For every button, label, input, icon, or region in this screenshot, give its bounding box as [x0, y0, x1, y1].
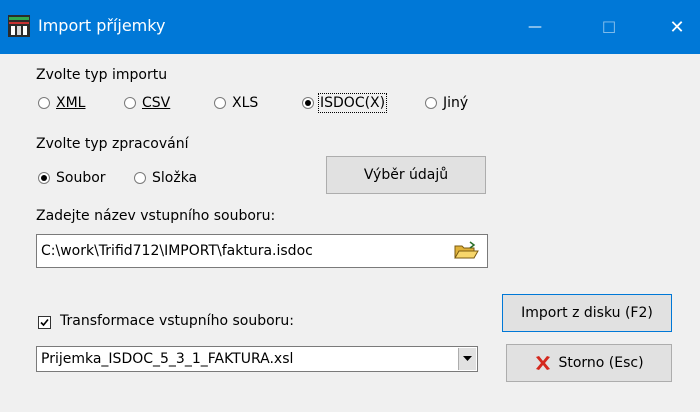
radio-isdoc-label: ISDOC(X) [317, 93, 388, 113]
input-file-label: Zadejte název vstupního souboru: [36, 208, 276, 224]
cancel-button[interactable]: Storno (Esc) [506, 344, 672, 382]
radio-file-label: Soubor [56, 170, 106, 186]
radio-other-label: Jiný [443, 95, 469, 111]
close-button[interactable]: ✕ [654, 0, 700, 54]
open-folder-icon[interactable] [453, 240, 479, 262]
radio-xls-label: XLS [232, 95, 259, 111]
processing-type-label: Zvolte typ zpracování [36, 136, 189, 152]
radio-other[interactable]: Jiný [425, 95, 468, 111]
app-icon [8, 15, 30, 37]
radio-xml[interactable]: XML [38, 95, 85, 111]
title-bar[interactable]: Import příjemky — ☐ ✕ [0, 0, 700, 54]
import-button[interactable]: Import z disku (F2) [502, 294, 672, 332]
dialog-body: Zvolte typ importu XML CSV XLS ISDOC(X) … [0, 54, 700, 412]
input-file-value: C:\work\Trifid712\IMPORT\faktura.isdoc [41, 243, 313, 259]
minimize-button[interactable]: — [512, 0, 558, 54]
cancel-button-label: Storno (Esc) [558, 355, 644, 371]
transform-label: Transformace vstupního souboru: [60, 313, 294, 329]
radio-csv-label: CSV [142, 95, 171, 111]
transform-select[interactable]: Prijemka_ISDOC_5_3_1_FAKTURA.xsl [36, 346, 478, 372]
radio-circle[interactable] [134, 172, 146, 184]
red-x-icon [534, 354, 552, 372]
radio-circle[interactable] [124, 97, 136, 109]
maximize-icon: ☐ [601, 17, 617, 37]
radio-isdoc[interactable]: ISDOC(X) [302, 93, 388, 113]
radio-circle-selected[interactable] [38, 172, 50, 184]
radio-xls[interactable]: XLS [214, 95, 258, 111]
radio-folder[interactable]: Složka [134, 170, 197, 186]
radio-circle[interactable] [38, 97, 50, 109]
radio-circle[interactable] [214, 97, 226, 109]
chevron-down-icon [463, 356, 472, 361]
radio-csv[interactable]: CSV [124, 95, 170, 111]
radio-file[interactable]: Soubor [38, 170, 106, 186]
input-file-field[interactable]: C:\work\Trifid712\IMPORT\faktura.isdoc [36, 234, 488, 268]
radio-folder-label: Složka [152, 170, 198, 186]
radio-xml-label: XML [56, 95, 86, 111]
select-data-button[interactable]: Výběr údajů [326, 156, 486, 194]
minimize-icon: — [528, 19, 542, 35]
radio-circle-selected[interactable] [302, 97, 314, 109]
import-type-label: Zvolte typ importu [36, 67, 168, 83]
dropdown-button[interactable] [458, 348, 476, 370]
window-title: Import příjemky [38, 16, 166, 35]
transform-checkbox[interactable] [38, 316, 51, 329]
close-icon: ✕ [669, 16, 685, 38]
radio-circle[interactable] [425, 97, 437, 109]
transform-select-value: Prijemka_ISDOC_5_3_1_FAKTURA.xsl [41, 351, 294, 367]
maximize-button[interactable]: ☐ [586, 0, 632, 54]
